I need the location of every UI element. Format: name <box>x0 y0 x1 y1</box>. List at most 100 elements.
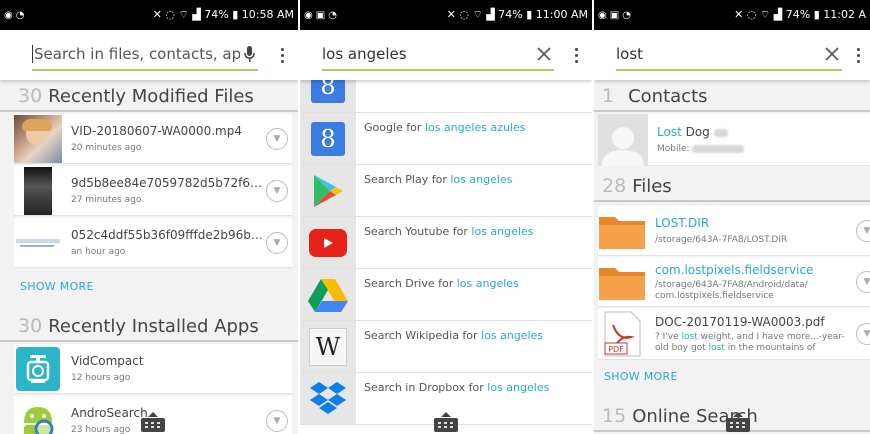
signal-icons: ✕ ◌ ⌔ ▟ <box>446 8 499 21</box>
file-row[interactable]: VID-20180607-WA0000.mp4 20 minutes ago ▼ <box>14 114 292 164</box>
status-bar: ◉ ◔ ✕ ◌ ⌔ ▟ 74% ▮ 10:58 AM <box>0 0 298 30</box>
file-name: 052c4ddf55b36f09fffde2b96bd68... <box>71 228 266 242</box>
section-header-files: 30 Recently Modified Files <box>0 82 298 112</box>
file-path: /storage/643A-7FA8/LOST.DIR <box>655 235 788 245</box>
suggestion-row[interactable]: Search Youtube for los angeles <box>300 217 592 269</box>
suggestion-label: Google for los angeles azules <box>364 121 526 134</box>
svg-text:PDF: PDF <box>608 345 624 354</box>
contact-name: Lost Dog <box>657 125 870 139</box>
battery-icon: ▮ <box>228 8 242 21</box>
keyboard-icon[interactable] <box>141 412 165 432</box>
suggestion-label: Search Drive for los angeles <box>364 277 519 290</box>
screen-recently-modified: ◉ ◔ ✕ ◌ ⌔ ▟ 74% ▮ 10:58 AM Search in file… <box>0 0 298 434</box>
gallery-icon: ▣ <box>315 9 326 21</box>
overflow-menu-icon[interactable] <box>848 40 868 70</box>
microphone-icon[interactable] <box>240 45 258 63</box>
results-list: 1 Contacts Lost Dog Mobile: 28 Files LOS… <box>594 80 870 434</box>
file-row[interactable]: com.lostpixels.fieldservice /storage/643… <box>598 257 870 307</box>
file-row[interactable]: PDF DOC-20170119-WA0003.pdf ? I've lost … <box>598 308 870 360</box>
show-more-link[interactable]: SHOW MORE <box>20 280 94 293</box>
section-title: Contacts <box>628 85 708 107</box>
file-name: LOST.DIR <box>655 216 710 230</box>
video-thumbnail <box>14 114 62 163</box>
section-count: 30 <box>18 315 43 337</box>
search-query: lost <box>616 45 644 63</box>
search-input[interactable]: lost <box>616 39 842 71</box>
chevron-down-icon[interactable]: ▼ <box>266 179 288 202</box>
app-time: 12 hours ago <box>71 373 131 383</box>
play-store-icon <box>314 174 343 207</box>
app-row[interactable]: VidCompact 12 hours ago <box>14 344 292 394</box>
status-right: ✕ ◌ ⌔ ▟ 74% ▮ 11:00 AM <box>447 8 588 22</box>
clock: 11:02 A <box>823 8 866 21</box>
section-title: Files <box>632 175 672 197</box>
image-thumbnail <box>14 218 62 267</box>
suggestion-row[interactable]: 8 Google for los angeles azules <box>300 113 592 165</box>
chevron-down-icon[interactable]: ▼ <box>856 270 870 293</box>
redacted <box>713 128 728 137</box>
suggestion-row[interactable]: W Search Wikipedia for los angeles <box>300 321 592 373</box>
contact-mobile: Mobile: <box>657 144 870 154</box>
app-time: 23 hours ago <box>71 425 131 434</box>
battery-percent: 74% <box>204 8 229 21</box>
notification-icon: ◉ <box>304 9 313 21</box>
chevron-down-icon[interactable]: ▼ <box>266 127 288 150</box>
search-input[interactable]: los angeles <box>322 39 554 71</box>
file-name: DOC-20170119-WA0003.pdf <box>655 314 825 329</box>
whatsapp-icon: ◔ <box>328 9 337 21</box>
section-count: 28 <box>602 175 627 197</box>
file-name: VID-20180607-WA0000.mp4 <box>71 124 242 138</box>
search-query: los angeles <box>322 45 407 63</box>
suggestion-label: Search Play for los angeles <box>364 173 513 186</box>
results-list: 30 Recently Modified Files VID-20180607-… <box>0 80 298 434</box>
screen-search-results: ◉ ▣ ◔ ✕ ◌ ⌔ ▟ 74% ▮ 11:02 A lost 1 Contact… <box>594 0 870 434</box>
avatar <box>598 113 648 166</box>
section-header-contacts: 1 Contacts <box>594 82 870 112</box>
chevron-down-icon[interactable]: ▼ <box>266 231 288 254</box>
battery-icon: ▮ <box>522 8 536 21</box>
chevron-down-icon[interactable]: ▼ <box>856 219 870 242</box>
app-name: AndroSearch <box>71 406 148 420</box>
youtube-icon <box>309 228 347 257</box>
show-more-link[interactable]: SHOW MORE <box>604 370 678 383</box>
file-row[interactable]: 052c4ddf55b36f09fffde2b96bd68... an hour… <box>14 218 292 268</box>
status-bar: ◉ ▣ ◔ ✕ ◌ ⌔ ▟ 74% ▮ 11:02 A <box>594 0 870 30</box>
file-path: /storage/643A-7FA8/Android/data/ <box>655 279 808 290</box>
section-header-files: 28 Files <box>594 172 870 202</box>
chevron-down-icon[interactable]: ▼ <box>856 322 870 345</box>
overflow-menu-icon[interactable] <box>272 40 292 70</box>
status-right: ✕ ◌ ⌔ ▟ 74% ▮ 11:02 A <box>734 8 866 22</box>
clock: 11:00 AM <box>535 8 588 21</box>
keyboard-icon[interactable] <box>434 412 458 432</box>
contact-row[interactable]: Lost Dog Mobile: <box>598 113 870 166</box>
search-input[interactable]: Search in files, contacts, apps <box>32 39 258 71</box>
file-snippet: ? I've lost weight, and I have more...-y… <box>655 331 845 342</box>
keyboard-icon[interactable] <box>726 412 750 432</box>
signal-icons: ✕ ◌ ⌔ ▟ <box>734 8 786 21</box>
search-bar: lost <box>594 30 870 80</box>
redacted <box>692 144 745 153</box>
notification-icon: ◉ <box>4 9 13 21</box>
file-row[interactable]: LOST.DIR /storage/643A-7FA8/LOST.DIR ▼ <box>598 206 870 256</box>
wikipedia-icon: W <box>309 327 347 366</box>
status-right: ✕ ◌ ⌔ ▟ 74% ▮ 10:58 AM <box>153 8 294 22</box>
gallery-icon: ▣ <box>609 9 620 21</box>
clear-icon[interactable] <box>534 47 554 61</box>
suggestion-label: Search Youtube for los angeles <box>364 225 534 238</box>
androsearch-icon <box>14 397 62 434</box>
clock: 10:58 AM <box>241 8 294 21</box>
suggestion-row[interactable]: Search Drive for los angeles <box>300 269 592 321</box>
dropbox-icon <box>310 381 346 414</box>
image-thumbnail <box>14 166 62 215</box>
section-title: Recently Installed Apps <box>48 315 259 337</box>
pdf-icon: PDF <box>598 310 646 358</box>
clear-icon[interactable] <box>822 47 842 61</box>
file-row[interactable]: 9d5b8ee84e7059782d5b72f6c73f0f... 27 min… <box>14 166 292 216</box>
section-title: Recently Modified Files <box>48 85 254 107</box>
overflow-menu-icon[interactable] <box>566 40 586 70</box>
chevron-down-icon[interactable]: ▼ <box>266 409 288 432</box>
notification-icon: ◉ <box>598 9 607 21</box>
search-placeholder: Search in files, contacts, apps <box>34 44 240 63</box>
google-icon: 8 <box>311 121 345 156</box>
suggestion-row[interactable]: Search Play for los angeles <box>300 165 592 217</box>
